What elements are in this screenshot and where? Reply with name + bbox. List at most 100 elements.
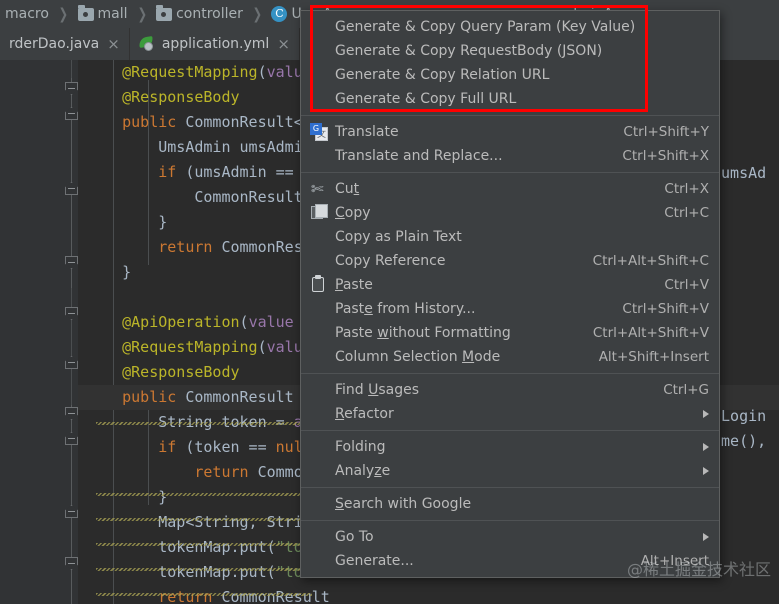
fold-marker[interactable] xyxy=(65,107,78,120)
breadcrumb-separator: ❯ xyxy=(252,5,262,23)
fold-marker[interactable] xyxy=(65,256,78,269)
menu-item-label: Translate xyxy=(335,124,399,140)
breadcrumb-item-macro[interactable]: macro xyxy=(0,6,50,22)
menu-separator xyxy=(301,487,719,488)
error-squiggle xyxy=(96,422,312,425)
menu-separator xyxy=(301,520,719,521)
menu-item-paste-from-history[interactable]: Paste from History... Ctrl+Shift+V xyxy=(301,297,719,321)
menu-item-icon-placeholder xyxy=(309,381,329,399)
tab-label: application.yml xyxy=(161,36,270,52)
fold-marker[interactable] xyxy=(65,407,78,420)
menu-item-shortcut: Alt+Shift+Insert xyxy=(598,349,709,365)
menu-item-analyze[interactable]: Analyze xyxy=(301,459,719,483)
breadcrumb-separator: ❯ xyxy=(58,5,68,23)
menu-item-label: Paste without Formatting xyxy=(335,325,511,341)
menu-item-paste-without-formatting[interactable]: Paste without Formatting Ctrl+Alt+Shift+V xyxy=(301,321,719,345)
breadcrumb-separator: ❯ xyxy=(137,5,147,23)
menu-item-label: Translate and Replace... xyxy=(335,148,503,164)
menu-item-generate-copy-requestbody-json[interactable]: Generate & Copy RequestBody (JSON) xyxy=(301,39,719,63)
breadcrumb-item-mall[interactable]: mall xyxy=(77,4,129,22)
chevron-right-icon xyxy=(703,410,709,418)
menu-item-folding[interactable]: Folding xyxy=(301,435,719,459)
translate-icon: G xyxy=(309,123,329,141)
breadcrumb-item-controller[interactable]: controller xyxy=(155,4,244,22)
editor-gutter[interactable] xyxy=(0,60,78,604)
menu-item-icon-placeholder xyxy=(309,528,329,546)
menu-item-icon-placeholder xyxy=(309,42,329,60)
menu-item-paste[interactable]: Paste Ctrl+V xyxy=(301,273,719,297)
fold-marker[interactable] xyxy=(65,356,78,369)
menu-item-icon-placeholder xyxy=(309,228,329,246)
menu-item-label: Generate & Copy Query Param (Key Value) xyxy=(335,19,636,35)
menu-item-icon-placeholder xyxy=(309,552,329,570)
menu-item-label: Generate & Copy Full URL xyxy=(335,91,517,107)
ide-window: macro ❯ mall ❯ controller ❯ C UmsA dminA… xyxy=(0,0,779,604)
menu-item-generate-copy-relation-url[interactable]: Generate & Copy Relation URL xyxy=(301,63,719,87)
menu-item-copy-as-plain-text[interactable]: Copy as Plain Text xyxy=(301,225,719,249)
menu-item-shortcut: Ctrl+Shift+Y xyxy=(623,124,709,140)
menu-item-label: Generate... xyxy=(335,553,414,569)
menu-item-generate-copy-full-url[interactable]: Generate & Copy Full URL xyxy=(301,87,719,111)
menu-item-label: Search with Google xyxy=(335,496,472,512)
tab-application-yml[interactable]: application.yml × xyxy=(130,28,300,60)
menu-item-label: Refactor xyxy=(335,406,394,422)
menu-item-translate[interactable]: G Translate Ctrl+Shift+Y xyxy=(301,120,719,144)
error-squiggle xyxy=(96,493,312,496)
fold-marker[interactable] xyxy=(65,557,78,570)
breadcrumb-label: macro xyxy=(5,6,49,22)
menu-item-label: Go To xyxy=(335,529,374,545)
chevron-right-icon xyxy=(703,533,709,541)
tab-orderdao-java[interactable]: rderDao.java × xyxy=(0,28,130,60)
menu-separator xyxy=(301,115,719,116)
menu-item-translate-and-replace[interactable]: Translate and Replace... Ctrl+Shift+X xyxy=(301,144,719,168)
menu-item-go-to[interactable]: Go To xyxy=(301,525,719,549)
context-menu[interactable]: Generate & Copy Query Param (Key Value) G… xyxy=(300,10,720,578)
close-icon[interactable]: × xyxy=(107,35,120,53)
menu-item-column-selection-mode[interactable]: Column Selection Mode Alt+Shift+Insert xyxy=(301,345,719,369)
menu-item-refactor[interactable]: Refactor xyxy=(301,402,719,426)
menu-item-label: Column Selection Mode xyxy=(335,349,501,365)
close-icon[interactable]: × xyxy=(277,35,290,53)
fold-marker[interactable] xyxy=(65,82,78,95)
fold-marker[interactable] xyxy=(65,505,78,518)
menu-item-icon-placeholder xyxy=(309,462,329,480)
breadcrumb-label: controller xyxy=(176,6,243,22)
menu-item-label: Copy as Plain Text xyxy=(335,229,462,245)
menu-item-icon-placeholder xyxy=(309,495,329,513)
tab-label: rderDao.java xyxy=(9,36,100,52)
menu-separator xyxy=(301,430,719,431)
menu-separator xyxy=(301,172,719,173)
fold-marker[interactable] xyxy=(65,182,78,195)
menu-item-label: Cut xyxy=(335,181,360,197)
menu-item-label: Generate & Copy Relation URL xyxy=(335,67,550,83)
breadcrumb-label: mall xyxy=(97,6,128,22)
fold-marker[interactable] xyxy=(65,432,78,445)
folder-icon xyxy=(156,4,173,21)
error-squiggle xyxy=(96,543,312,546)
code-fragment: ame(), xyxy=(712,432,767,450)
menu-item-cut[interactable]: ✄ Cut Ctrl+X xyxy=(301,177,719,201)
menu-item-copy[interactable]: Copy Ctrl+C xyxy=(301,201,719,225)
menu-item-generate-copy-query-param-key-value[interactable]: Generate & Copy Query Param (Key Value) xyxy=(301,15,719,39)
menu-item-shortcut: Ctrl+C xyxy=(664,205,709,221)
menu-separator xyxy=(301,373,719,374)
copy-icon xyxy=(309,204,329,222)
menu-item-shortcut: Ctrl+Alt+Shift+V xyxy=(592,325,709,341)
menu-item-search-with-google[interactable]: Search with Google xyxy=(301,492,719,516)
menu-item-label: Copy xyxy=(335,205,371,221)
fold-marker[interactable] xyxy=(65,307,78,320)
menu-item-label: Paste xyxy=(335,277,373,293)
menu-item-find-usages[interactable]: Find Usages Ctrl+G xyxy=(301,378,719,402)
menu-item-shortcut: Ctrl+Alt+Shift+C xyxy=(592,253,709,269)
error-squiggle xyxy=(96,568,312,571)
menu-item-shortcut: Ctrl+G xyxy=(663,382,709,398)
menu-item-copy-reference[interactable]: Copy Reference Ctrl+Alt+Shift+C xyxy=(301,249,719,273)
chevron-right-icon xyxy=(703,443,709,451)
error-squiggle xyxy=(96,593,312,596)
menu-item-icon-placeholder xyxy=(309,324,329,342)
menu-item-label: Copy Reference xyxy=(335,253,446,269)
error-squiggle xyxy=(96,518,312,521)
menu-item-shortcut: Ctrl+X xyxy=(664,181,709,197)
menu-item-icon-placeholder xyxy=(309,438,329,456)
menu-item-shortcut: Ctrl+Shift+X xyxy=(622,148,709,164)
